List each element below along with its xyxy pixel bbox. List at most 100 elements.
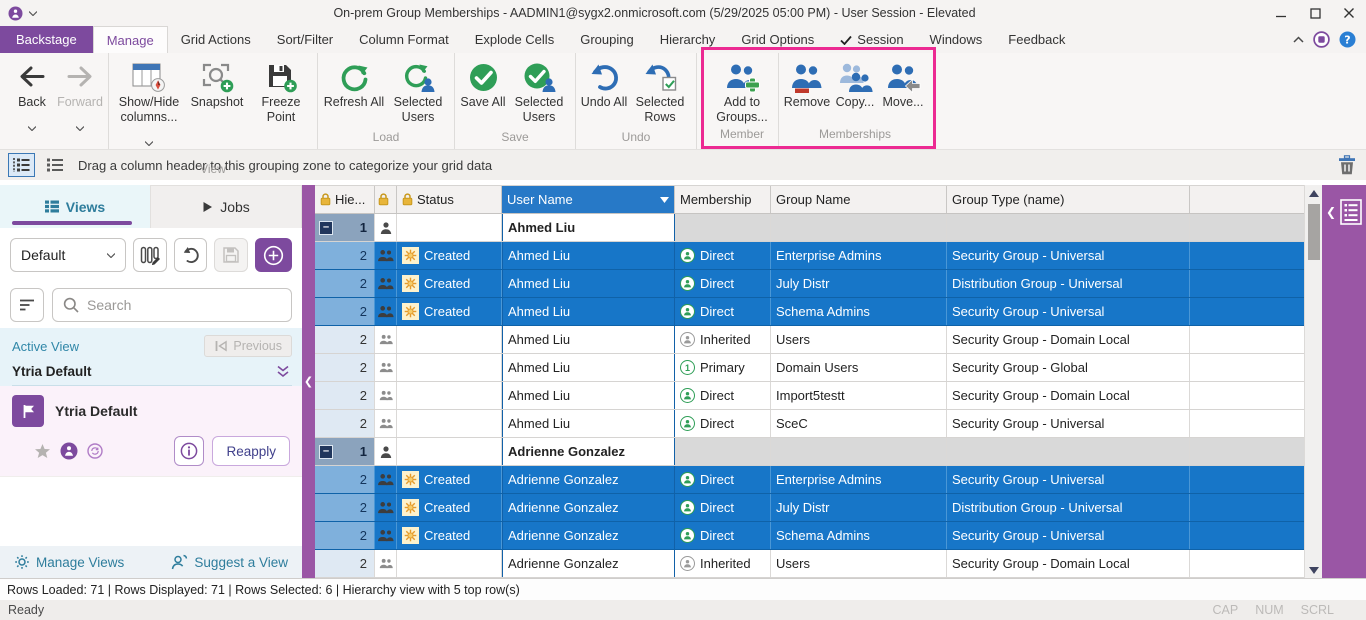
tab-views[interactable]: Views <box>0 185 150 228</box>
reset-view-button[interactable] <box>174 238 207 272</box>
grid-row[interactable]: 2CreatedAdrienne GonzalezDirectJuly Dist… <box>315 494 1304 522</box>
reapply-button[interactable]: Reapply <box>212 436 290 466</box>
selected-rows-button[interactable]: Selected Rows <box>628 56 692 125</box>
remove-button[interactable]: Remove <box>783 56 831 110</box>
suggest-view-link[interactable]: Suggest a View <box>171 554 288 570</box>
trash-icon[interactable] <box>1338 155 1356 175</box>
minimize-button[interactable] <box>1264 0 1298 26</box>
grid-row[interactable]: 2Adrienne GonzalezInheritedUsersSecurity… <box>315 550 1304 578</box>
move-button[interactable]: Move... <box>879 56 927 110</box>
assistant-badge-icon[interactable] <box>1313 31 1330 48</box>
show-hide-columns-button[interactable]: Show/Hide columns... <box>113 56 185 162</box>
grid-row[interactable]: 2CreatedAhmed LiuDirectSchema AdminsSecu… <box>315 298 1304 326</box>
sidebar-collapse-splitter[interactable]: ❮ <box>302 185 315 578</box>
tab-jobs[interactable]: Jobs <box>150 185 302 228</box>
help-icon[interactable]: ? <box>1339 31 1356 48</box>
view-info-button[interactable] <box>174 436 204 466</box>
search-input[interactable] <box>87 297 281 313</box>
edit-columns-button[interactable] <box>133 238 166 272</box>
refresh-all-button[interactable]: Refresh All <box>322 56 386 110</box>
grid-row[interactable]: 2Ahmed Liu1PrimaryDomain UsersSecurity G… <box>315 354 1304 382</box>
membership-cell: Direct <box>675 242 771 269</box>
hierarchy-list-view-button[interactable] <box>8 153 35 177</box>
grid-row[interactable]: 2CreatedAhmed LiuDirectJuly DistrDistrib… <box>315 270 1304 298</box>
tab-explode-cells[interactable]: Explode Cells <box>462 26 568 53</box>
grid-row[interactable]: 2CreatedAhmed LiuDirectEnterprise Admins… <box>315 242 1304 270</box>
user-name-cell: Ahmed Liu <box>502 270 675 297</box>
manage-views-link[interactable]: Manage Views <box>14 554 124 570</box>
grid-vertical-scrollbar[interactable] <box>1304 185 1322 578</box>
collapse-group-icon[interactable]: – <box>319 445 333 459</box>
row-type-cell <box>375 522 397 549</box>
tab-grid-actions[interactable]: Grid Actions <box>168 26 264 53</box>
memberships-highlight-box: Add to Groups...MemberRemoveCopy...Move.… <box>701 47 936 149</box>
flat-list-view-button[interactable] <box>41 153 68 177</box>
scroll-down-icon[interactable] <box>1305 562 1322 578</box>
previous-view-button[interactable]: Previous <box>204 335 292 357</box>
add-view-button[interactable] <box>255 238 292 272</box>
dropdown-caret-icon <box>28 111 36 147</box>
back-icon <box>19 59 45 95</box>
undo-all-button[interactable]: Undo All <box>580 56 628 110</box>
column-header-hie[interactable]: Hie... <box>315 186 375 213</box>
favorite-star-icon[interactable] <box>34 443 51 459</box>
copy-button[interactable]: Copy... <box>831 56 879 110</box>
selected-users-button[interactable]: Selected Users <box>507 56 571 125</box>
column-header-locked[interactable] <box>375 186 397 213</box>
selected-users-button[interactable]: Selected Users <box>386 56 450 125</box>
view-selector-dropdown[interactable]: Default <box>10 238 126 272</box>
column-header-group-type-name[interactable]: Group Type (name) <box>947 186 1190 213</box>
maximize-button[interactable] <box>1298 0 1332 26</box>
right-side-panel[interactable]: ❮ <box>1322 185 1366 578</box>
save-view-button[interactable] <box>214 238 247 272</box>
undo-rows-icon <box>644 59 677 95</box>
quick-access-caret-icon[interactable] <box>29 11 37 16</box>
hierarchy-cell[interactable]: –1 <box>315 438 375 465</box>
column-header-user-name[interactable]: User Name <box>502 186 675 213</box>
column-header-membership[interactable]: Membership <box>675 186 771 213</box>
collapse-group-icon[interactable]: – <box>319 221 333 235</box>
tab-manage[interactable]: Manage <box>93 26 168 53</box>
membership-cell: Direct <box>675 382 771 409</box>
ytria-badge-icon <box>60 442 78 460</box>
user-name-cell: Adrienne Gonzalez <box>502 438 675 465</box>
forward-button[interactable]: Forward <box>56 56 104 147</box>
collapse-ribbon-icon[interactable] <box>1293 36 1304 43</box>
tab-backstage[interactable]: Backstage <box>0 26 93 53</box>
view-card: Ytria Default Reapply <box>0 386 302 476</box>
filter-views-button[interactable] <box>10 288 44 322</box>
tab-sort-filter[interactable]: Sort/Filter <box>264 26 346 53</box>
group-members-icon <box>379 362 393 373</box>
status-cell: Created <box>397 270 502 297</box>
scroll-up-icon[interactable] <box>1305 185 1322 201</box>
scrollbar-thumb[interactable] <box>1308 204 1320 260</box>
close-button[interactable] <box>1332 0 1366 26</box>
grid-row[interactable]: 2Ahmed LiuDirectImport5testtSecurity Gro… <box>315 382 1304 410</box>
column-header-locked[interactable] <box>1190 186 1304 213</box>
grid-group-row[interactable]: –1Ahmed Liu <box>315 214 1304 242</box>
column-header-group-name[interactable]: Group Name <box>771 186 947 213</box>
snapshot-button[interactable]: Snapshot <box>185 56 249 110</box>
back-button[interactable]: Back <box>8 56 56 147</box>
tab-grouping[interactable]: Grouping <box>567 26 646 53</box>
ribbon-group-label: Undo <box>580 130 692 149</box>
user-name-cell: Adrienne Gonzalez <box>502 466 675 493</box>
tab-feedback[interactable]: Feedback <box>995 26 1078 53</box>
save-all-button[interactable]: Save All <box>459 56 507 110</box>
num-lock-indicator: NUM <box>1255 603 1283 617</box>
add-to-groups-button[interactable]: Add to Groups... <box>710 56 774 125</box>
tab-column-format[interactable]: Column Format <box>346 26 462 53</box>
group-type-cell: Security Group - Universal <box>947 466 1190 493</box>
column-header-status[interactable]: Status <box>397 186 502 213</box>
title-bar: On-prem Group Memberships - AADMIN1@sygx… <box>0 0 1366 26</box>
grid-group-row[interactable]: –1 Adrienne Gonzalez <box>315 438 1304 466</box>
grid-row[interactable]: 2CreatedAdrienne GonzalezDirectEnterpris… <box>315 466 1304 494</box>
expand-double-chevron-icon[interactable] <box>276 365 290 378</box>
save-icon <box>222 246 240 264</box>
grid-row[interactable]: 2CreatedAdrienne GonzalezDirectSchema Ad… <box>315 522 1304 550</box>
hierarchy-cell[interactable]: –1 <box>315 214 375 241</box>
freeze-point-button[interactable]: Freeze Point <box>249 56 313 125</box>
grid-row[interactable]: 2Ahmed LiuDirectSceCSecurity Group - Uni… <box>315 410 1304 438</box>
grid-row[interactable]: 2Ahmed LiuInheritedUsersSecurity Group -… <box>315 326 1304 354</box>
users-move-icon <box>886 59 921 95</box>
